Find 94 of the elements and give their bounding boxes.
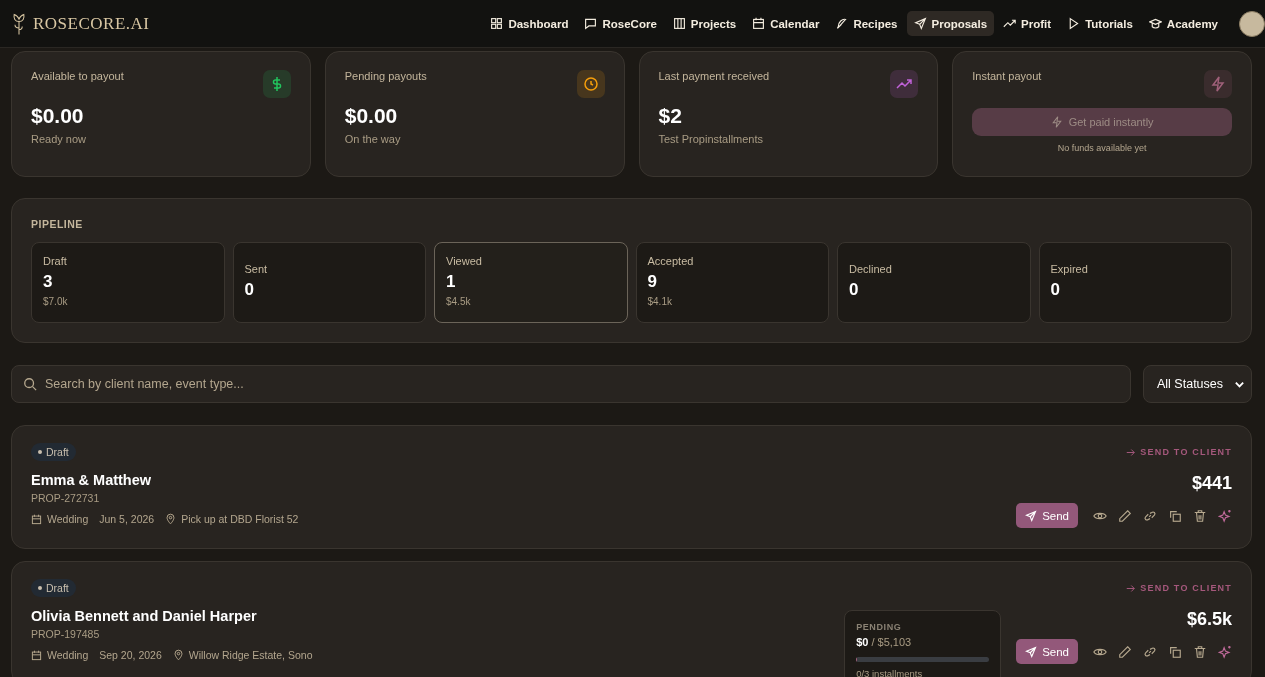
stat-label: Pending payouts — [344, 70, 427, 82]
pipeline-stage-card[interactable]: Accepted 9 $4.1k — [635, 242, 829, 323]
stat-value: $0.00 — [31, 104, 85, 128]
nav-tab[interactable]: Academy — [1141, 11, 1225, 36]
columns-icon — [672, 17, 686, 30]
paper-plane-icon — [913, 17, 927, 30]
grid-icon — [490, 17, 504, 30]
calendar-icon — [31, 649, 42, 661]
send-button[interactable]: Send — [1016, 639, 1078, 664]
feather-icon — [835, 17, 849, 30]
link-icon[interactable] — [1143, 644, 1157, 659]
copy-icon[interactable] — [1168, 644, 1182, 659]
sparkle-icon[interactable] — [1218, 508, 1232, 523]
nav-tab[interactable]: Recipes — [828, 11, 905, 36]
stage-count: 9 — [647, 272, 658, 292]
stage-amount: $7.0k — [43, 296, 69, 307]
delete-icon[interactable] — [1193, 644, 1207, 659]
paper-plane-icon — [1025, 509, 1038, 522]
total-amount: / $5,103 — [871, 636, 912, 648]
nav-tab[interactable]: Profit — [996, 11, 1059, 36]
nav-tab[interactable]: Tutorials — [1060, 11, 1140, 36]
stat-value: $0.00 — [344, 104, 399, 128]
stat-note: Test Propinstallments — [658, 133, 765, 145]
stage-count: 0 — [849, 280, 860, 300]
stage-label: Sent — [244, 263, 269, 275]
proposal-id: PROP-197485 — [31, 628, 100, 640]
event-date: Sep 20, 2026 — [99, 649, 162, 661]
nav-tab[interactable]: Proposals — [906, 11, 995, 36]
stage-amount: $4.5k — [446, 296, 472, 307]
copy-icon[interactable] — [1168, 508, 1182, 523]
stage-count: 1 — [446, 272, 457, 292]
stat-note: Ready now — [31, 133, 88, 145]
stage-amount: $4.1k — [647, 296, 673, 307]
edit-pencil-icon[interactable] — [1118, 508, 1132, 523]
proposal-amount: $441 — [1191, 473, 1232, 494]
status-badge: Draft — [31, 579, 76, 597]
paid-amount: $0 — [856, 636, 869, 648]
map-pin-icon — [172, 649, 184, 661]
stat-note: On the way — [344, 133, 402, 145]
map-pin-icon — [165, 513, 177, 525]
lightning-icon — [1050, 116, 1063, 128]
event-type: Wedding — [47, 513, 89, 525]
pipeline-title: PIPELINE — [31, 218, 84, 230]
nav-tab[interactable]: Dashboard — [483, 11, 576, 36]
pipeline-stage-card[interactable]: Sent 0 — [232, 242, 426, 323]
pipeline-stage-card[interactable]: Expired 0 — [1038, 242, 1232, 323]
delete-icon[interactable] — [1193, 508, 1207, 523]
play-icon — [1067, 17, 1081, 30]
link-icon[interactable] — [1143, 508, 1157, 523]
client-name: Olivia Bennett and Daniel Harper — [31, 608, 257, 624]
calendar-icon — [31, 513, 42, 525]
paper-plane-icon — [1025, 645, 1038, 658]
chat-bubble-icon — [584, 17, 598, 30]
stage-count: 0 — [1050, 280, 1061, 300]
stage-count: 3 — [43, 272, 54, 292]
stage-label: Declined — [849, 263, 893, 275]
client-name: Emma & Matthew — [31, 472, 152, 488]
edit-pencil-icon[interactable] — [1118, 644, 1132, 659]
pipeline-stage-card[interactable]: Draft 3 $7.0k — [31, 242, 225, 323]
stat-value: $2 — [658, 104, 683, 128]
stat-label: Available to payout — [31, 70, 124, 82]
proposal-amount: $6.5k — [1186, 609, 1232, 630]
send-button[interactable]: Send — [1016, 503, 1078, 528]
pipeline-stage-card[interactable]: Declined 0 — [837, 242, 1031, 323]
stage-label: Accepted — [647, 255, 695, 267]
pipeline-stage-card[interactable]: Viewed 1 $4.5k — [434, 242, 628, 323]
trend-up-icon — [1003, 17, 1017, 30]
event-location: Willow Ridge Estate, Sono — [188, 649, 313, 661]
event-location: Pick up at DBD Florist 52 — [181, 513, 299, 525]
event-date: Jun 5, 2026 — [99, 513, 155, 525]
stage-label: Expired — [1050, 263, 1089, 275]
avatar[interactable] — [1239, 10, 1265, 37]
status-badge: Draft — [31, 443, 76, 461]
arrow-right-icon — [1126, 447, 1136, 457]
arrow-right-icon — [1126, 583, 1136, 593]
event-type: Wedding — [47, 649, 89, 661]
stage-label: Draft — [43, 255, 68, 267]
payment-label: PENDING — [856, 622, 903, 632]
stat-label: Instant payout — [972, 70, 1042, 82]
stage-label: Viewed — [446, 255, 483, 267]
search-field[interactable]: Search by client name, event type... — [11, 365, 1131, 403]
brand-name: ROSECORE.AI — [33, 13, 150, 34]
stage-count: 0 — [244, 280, 255, 300]
calendar-icon — [752, 17, 766, 30]
proposal-id: PROP-272731 — [31, 492, 100, 504]
sparkle-icon[interactable] — [1218, 644, 1232, 659]
nav-tab[interactable]: RoseCore — [577, 11, 664, 36]
installments-count: 0/3 installments — [856, 668, 924, 677]
nav-tab[interactable]: Calendar — [745, 11, 827, 36]
instant-note: No funds available yet — [1056, 143, 1148, 153]
graduation-cap-icon — [1148, 17, 1162, 30]
stat-label: Last payment received — [658, 70, 770, 82]
status-dropdown[interactable]: All Statuses — [1143, 365, 1252, 403]
nav-tab[interactable]: Projects — [665, 11, 744, 36]
